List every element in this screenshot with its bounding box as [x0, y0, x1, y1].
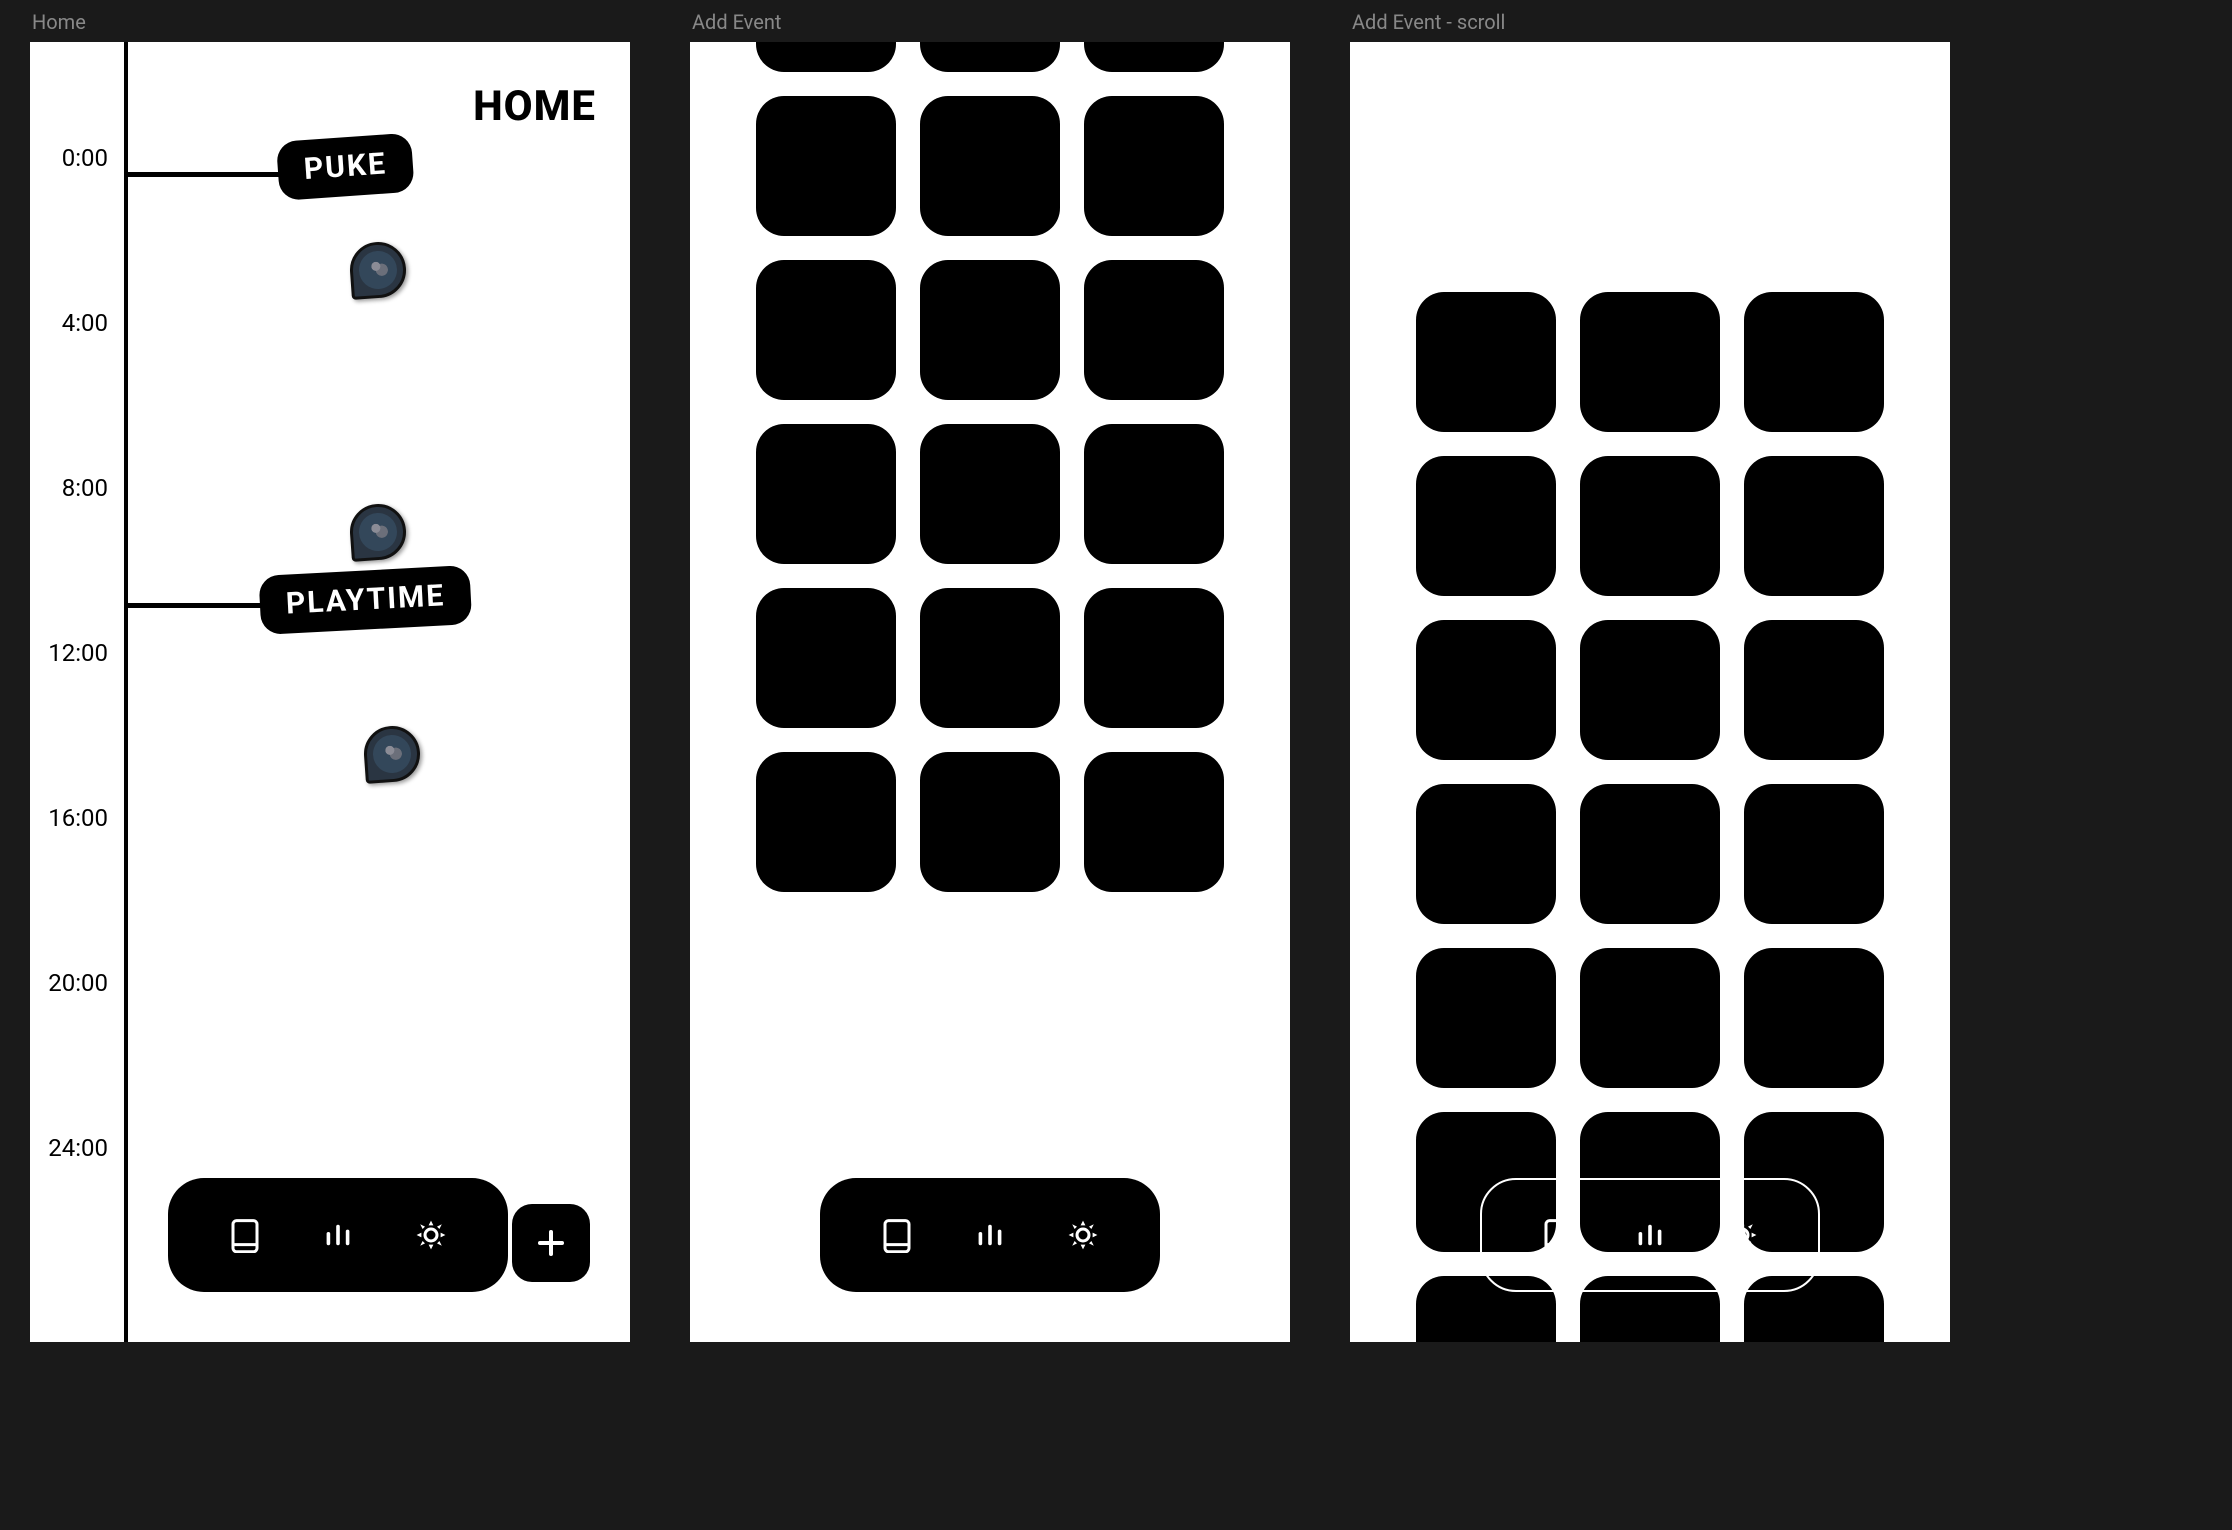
time-label: 4:00 [62, 309, 108, 337]
screen-add-event-scroll [1350, 42, 1950, 1342]
event-tile[interactable] [920, 42, 1060, 72]
add-event-button[interactable] [512, 1204, 590, 1282]
event-tile[interactable] [920, 752, 1060, 892]
event-tile[interactable] [756, 588, 896, 728]
book-icon [1540, 1217, 1576, 1253]
event-type-grid[interactable] [690, 42, 1290, 892]
event-tile[interactable] [1744, 784, 1884, 924]
frame-label-home: Home [30, 10, 630, 34]
event-tile[interactable] [1084, 752, 1224, 892]
event-tile[interactable] [920, 588, 1060, 728]
screen-add-event [690, 42, 1290, 1342]
event-tile[interactable] [1084, 260, 1224, 400]
nav-journal[interactable] [879, 1217, 915, 1253]
event-tile[interactable] [1580, 456, 1720, 596]
nav-journal[interactable] [1540, 1217, 1576, 1253]
nav-stats[interactable] [320, 1217, 356, 1253]
event-tile[interactable] [1744, 292, 1884, 432]
page-title: HOME [473, 82, 596, 131]
nav-settings[interactable] [1065, 1217, 1101, 1253]
event-tile[interactable] [1084, 424, 1224, 564]
event-tile[interactable] [756, 96, 896, 236]
event-tile[interactable] [1084, 42, 1224, 72]
bottom-nav [1480, 1178, 1820, 1292]
event-tile[interactable] [1416, 456, 1556, 596]
event-tile[interactable] [1580, 620, 1720, 760]
bars-icon [1632, 1217, 1668, 1253]
event-tile[interactable] [920, 260, 1060, 400]
frame-add-event: Add Event [690, 10, 1290, 1342]
frame-add-event-scroll: Add Event - scroll [1350, 10, 1950, 1342]
event-tile[interactable] [1416, 948, 1556, 1088]
event-tile[interactable] [756, 42, 896, 72]
time-label: 16:00 [48, 804, 108, 832]
bars-icon [320, 1217, 356, 1253]
event-tile[interactable] [1744, 620, 1884, 760]
event-connector [128, 603, 268, 608]
nav-settings[interactable] [1724, 1217, 1760, 1253]
gear-icon [413, 1217, 449, 1253]
event-tile[interactable] [1580, 784, 1720, 924]
frame-home: Home HOME 0:00 4:00 8:00 12:00 16:00 20:… [30, 10, 630, 1342]
time-label: 20:00 [48, 969, 108, 997]
book-icon [227, 1217, 263, 1253]
frame-label-add-event-scroll: Add Event - scroll [1350, 10, 1950, 34]
time-label: 0:00 [62, 144, 108, 172]
event-connector [128, 172, 288, 177]
event-tile[interactable] [756, 260, 896, 400]
event-tile[interactable] [1580, 948, 1720, 1088]
nav-settings[interactable] [413, 1217, 449, 1253]
avatar[interactable] [348, 240, 408, 300]
nav-stats[interactable] [1632, 1217, 1668, 1253]
event-tile[interactable] [1416, 292, 1556, 432]
plus-icon [534, 1226, 568, 1260]
time-label: 24:00 [48, 1134, 108, 1162]
gear-icon [1724, 1217, 1760, 1253]
event-tile[interactable] [1416, 620, 1556, 760]
avatar[interactable] [362, 724, 422, 784]
frame-label-add-event: Add Event [690, 10, 1290, 34]
event-tile[interactable] [1744, 948, 1884, 1088]
bottom-nav [168, 1178, 508, 1292]
nav-journal[interactable] [227, 1217, 263, 1253]
screen-home: HOME 0:00 4:00 8:00 12:00 16:00 20:00 24… [30, 42, 630, 1342]
event-tile[interactable] [756, 424, 896, 564]
event-tile[interactable] [1084, 96, 1224, 236]
time-label: 12:00 [48, 639, 108, 667]
event-tile[interactable] [1416, 784, 1556, 924]
book-icon [879, 1217, 915, 1253]
bars-icon [972, 1217, 1008, 1253]
event-tile[interactable] [920, 96, 1060, 236]
event-tile[interactable] [920, 424, 1060, 564]
bottom-nav [820, 1178, 1160, 1292]
avatar[interactable] [348, 502, 408, 562]
event-tile[interactable] [1744, 456, 1884, 596]
timeline-rail [124, 42, 128, 1342]
nav-stats[interactable] [972, 1217, 1008, 1253]
gear-icon [1065, 1217, 1101, 1253]
time-label: 8:00 [62, 474, 108, 502]
event-tile[interactable] [756, 752, 896, 892]
event-tile[interactable] [1084, 588, 1224, 728]
event-chip[interactable]: PUKE [276, 133, 415, 201]
event-tile[interactable] [1580, 292, 1720, 432]
event-chip[interactable]: PLAYTIME [258, 565, 472, 635]
